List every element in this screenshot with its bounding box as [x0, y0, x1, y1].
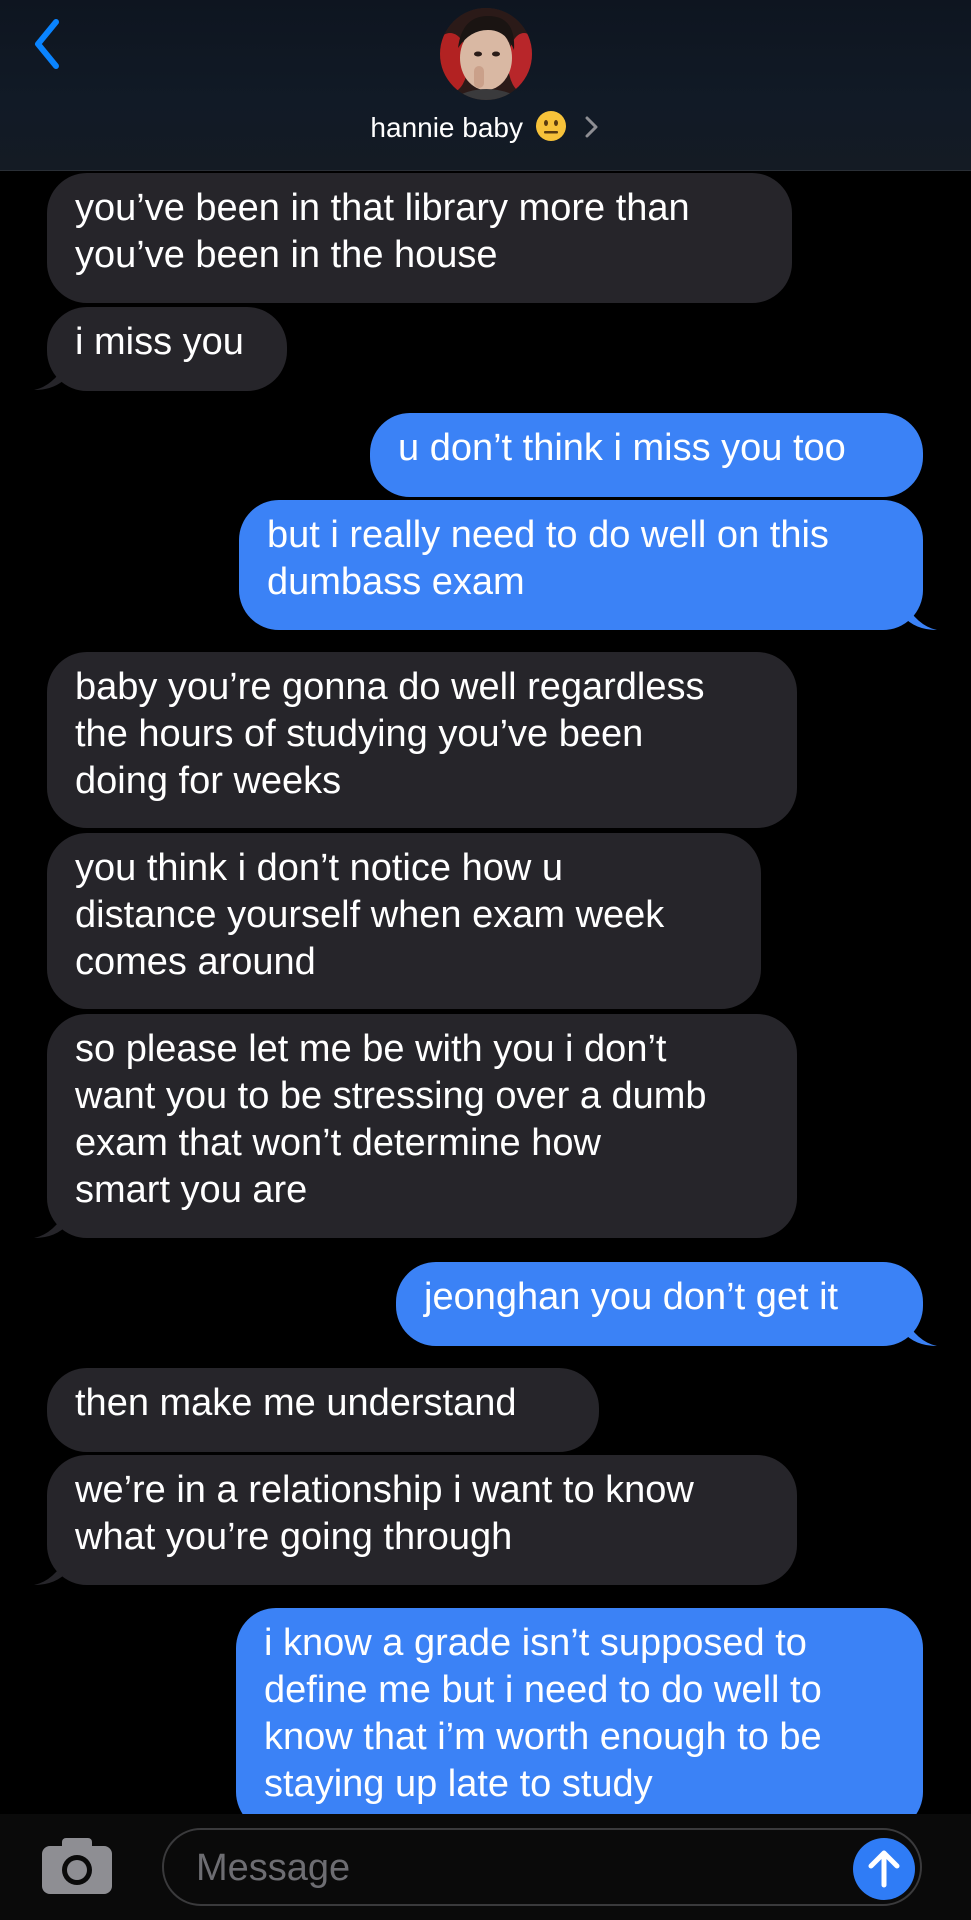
neutral-face-emoji-icon [535, 111, 566, 141]
send-button[interactable] [853, 1838, 915, 1900]
message-incoming[interactable]: baby you’re gonna do well regardless the… [47, 652, 797, 828]
contact-name-button[interactable]: hannie baby [0, 110, 971, 146]
message-incoming[interactable]: i miss you [47, 307, 287, 391]
message-outgoing[interactable]: jeonghan you don’t get it [396, 1262, 923, 1346]
bubble-tail [903, 1316, 937, 1346]
arrow-up-icon [868, 1850, 900, 1888]
chevron-left-icon[interactable] [32, 16, 82, 76]
message-outgoing[interactable]: but i really need to do well on this dum… [239, 500, 923, 630]
bubble-tail [34, 1208, 68, 1238]
conversation-header: hannie baby [0, 0, 971, 171]
camera-icon[interactable] [40, 1836, 114, 1896]
contact-name: hannie baby [370, 112, 523, 143]
message-composer [0, 1814, 971, 1920]
bubble-tail [903, 600, 937, 630]
message-incoming[interactable]: so please let me be with you i don’t wan… [47, 1014, 797, 1238]
message-incoming[interactable]: we’re in a relationship i want to know w… [47, 1455, 797, 1585]
message-incoming[interactable]: you think i don’t notice how u distance … [47, 833, 761, 1009]
avatar[interactable] [440, 8, 532, 100]
message-field[interactable] [162, 1828, 922, 1906]
message-incoming[interactable]: then make me understand [47, 1368, 599, 1452]
message-input[interactable] [194, 1838, 838, 1898]
message-outgoing[interactable]: u don’t think i miss you too [370, 413, 923, 497]
message-outgoing[interactable]: i know a grade isn’t supposed to define … [236, 1608, 923, 1832]
chevron-right-icon [585, 116, 598, 138]
bubble-tail [34, 1555, 68, 1585]
message-incoming[interactable]: you’ve been in that library more than yo… [47, 173, 792, 303]
bubble-tail [34, 360, 68, 390]
